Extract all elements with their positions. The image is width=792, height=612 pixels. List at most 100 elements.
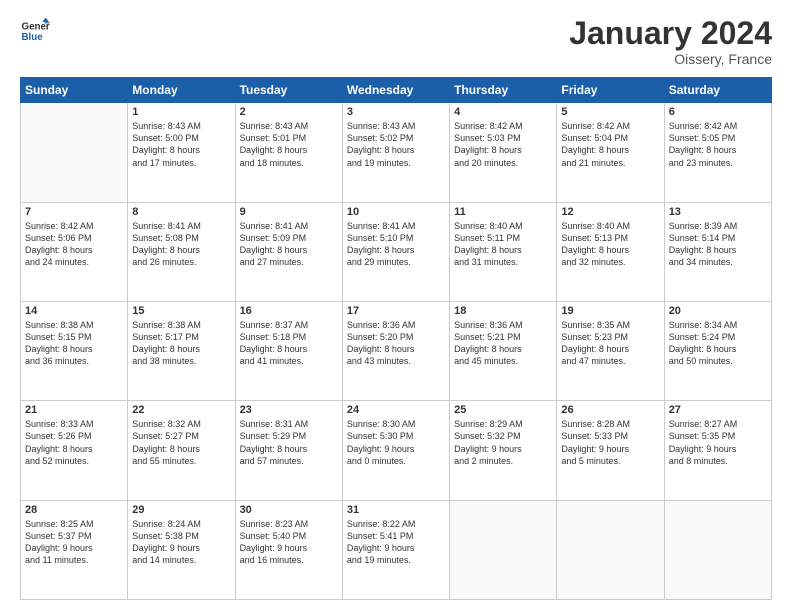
day-number: 23: [240, 404, 338, 416]
table-cell: 20Sunrise: 8:34 AMSunset: 5:24 PMDayligh…: [664, 301, 771, 400]
day-number: 22: [132, 404, 230, 416]
day-info: Sunrise: 8:41 AMSunset: 5:09 PMDaylight:…: [240, 220, 338, 269]
table-cell: 7 Sunrise: 8:42 AMSunset: 5:06 PMDaylight…: [21, 202, 128, 301]
table-cell: 13 Sunrise: 8:39 AMSunset: 5:14 PMDayligh…: [664, 202, 771, 301]
day-number: 24: [347, 404, 445, 416]
table-cell: 2 Sunrise: 8:43 AMSunset: 5:01 PMDaylight…: [235, 103, 342, 202]
header-wednesday: Wednesday: [342, 78, 449, 103]
main-title: January 2024: [569, 16, 772, 51]
day-info: Sunrise: 8:24 AMSunset: 5:38 PMDaylight:…: [132, 518, 230, 567]
day-info: Sunrise: 8:30 AMSunset: 5:30 PMDaylight:…: [347, 418, 445, 467]
day-number: 29: [132, 504, 230, 516]
title-block: January 2024 Oissery, France: [569, 16, 772, 67]
table-row: 28 Sunrise: 8:25 AMSunset: 5:37 PMDayligh…: [21, 500, 772, 599]
table-cell: 31 Sunrise: 8:22 AMSunset: 5:41 PMDayligh…: [342, 500, 449, 599]
logo-icon: General Blue: [20, 16, 50, 46]
day-info: Sunrise: 8:38 AMSunset: 5:17 PMDaylight:…: [132, 319, 230, 368]
table-cell: [450, 500, 557, 599]
day-number: 30: [240, 504, 338, 516]
table-cell: 3 Sunrise: 8:43 AMSunset: 5:02 PMDaylight…: [342, 103, 449, 202]
day-info: Sunrise: 8:40 AMSunset: 5:11 PMDaylight:…: [454, 220, 552, 269]
table-row: 21Sunrise: 8:33 AMSunset: 5:26 PMDayligh…: [21, 401, 772, 500]
day-number: 18: [454, 305, 552, 317]
table-cell: 10 Sunrise: 8:41 AMSunset: 5:10 PMDayligh…: [342, 202, 449, 301]
header-friday: Friday: [557, 78, 664, 103]
day-number: 1: [132, 106, 230, 118]
table-cell: 19 Sunrise: 8:35 AMSunset: 5:23 PMDayligh…: [557, 301, 664, 400]
day-number: 4: [454, 106, 552, 118]
day-number: 7: [25, 206, 123, 218]
day-number: 15: [132, 305, 230, 317]
day-info: Sunrise: 8:36 AMSunset: 5:21 PMDaylight:…: [454, 319, 552, 368]
table-cell: 15 Sunrise: 8:38 AMSunset: 5:17 PMDayligh…: [128, 301, 235, 400]
day-info: Sunrise: 8:36 AMSunset: 5:20 PMDaylight:…: [347, 319, 445, 368]
table-cell: 16Sunrise: 8:37 AMSunset: 5:18 PMDayligh…: [235, 301, 342, 400]
day-number: 2: [240, 106, 338, 118]
day-info: Sunrise: 8:43 AMSunset: 5:00 PMDaylight:…: [132, 120, 230, 169]
day-number: 25: [454, 404, 552, 416]
table-cell: [21, 103, 128, 202]
header: General Blue January 2024 Oissery, Franc…: [20, 16, 772, 67]
day-number: 31: [347, 504, 445, 516]
day-number: 21: [25, 404, 123, 416]
day-info: Sunrise: 8:31 AMSunset: 5:29 PMDaylight:…: [240, 418, 338, 467]
day-info: Sunrise: 8:34 AMSunset: 5:24 PMDaylight:…: [669, 319, 767, 368]
day-number: 5: [561, 106, 659, 118]
page: General Blue January 2024 Oissery, Franc…: [0, 0, 792, 612]
day-info: Sunrise: 8:43 AMSunset: 5:02 PMDaylight:…: [347, 120, 445, 169]
day-info: Sunrise: 8:27 AMSunset: 5:35 PMDaylight:…: [669, 418, 767, 467]
table-cell: 21Sunrise: 8:33 AMSunset: 5:26 PMDayligh…: [21, 401, 128, 500]
day-info: Sunrise: 8:28 AMSunset: 5:33 PMDaylight:…: [561, 418, 659, 467]
table-cell: 9Sunrise: 8:41 AMSunset: 5:09 PMDaylight…: [235, 202, 342, 301]
table-cell: 8 Sunrise: 8:41 AMSunset: 5:08 PMDaylight…: [128, 202, 235, 301]
day-info: Sunrise: 8:32 AMSunset: 5:27 PMDaylight:…: [132, 418, 230, 467]
day-number: 14: [25, 305, 123, 317]
table-cell: [664, 500, 771, 599]
day-number: 10: [347, 206, 445, 218]
day-number: 19: [561, 305, 659, 317]
table-row: 14 Sunrise: 8:38 AMSunset: 5:15 PMDayligh…: [21, 301, 772, 400]
day-number: 3: [347, 106, 445, 118]
svg-text:Blue: Blue: [22, 32, 44, 43]
day-info: Sunrise: 8:38 AMSunset: 5:15 PMDaylight:…: [25, 319, 123, 368]
table-cell: 12Sunrise: 8:40 AMSunset: 5:13 PMDayligh…: [557, 202, 664, 301]
table-cell: 11Sunrise: 8:40 AMSunset: 5:11 PMDayligh…: [450, 202, 557, 301]
day-number: 13: [669, 206, 767, 218]
table-cell: 14 Sunrise: 8:38 AMSunset: 5:15 PMDayligh…: [21, 301, 128, 400]
table-cell: 4Sunrise: 8:42 AMSunset: 5:03 PMDaylight…: [450, 103, 557, 202]
table-cell: 28 Sunrise: 8:25 AMSunset: 5:37 PMDayligh…: [21, 500, 128, 599]
header-monday: Monday: [128, 78, 235, 103]
day-number: 8: [132, 206, 230, 218]
day-number: 28: [25, 504, 123, 516]
day-info: Sunrise: 8:35 AMSunset: 5:23 PMDaylight:…: [561, 319, 659, 368]
table-cell: 23 Sunrise: 8:31 AMSunset: 5:29 PMDayligh…: [235, 401, 342, 500]
table-cell: 29 Sunrise: 8:24 AMSunset: 5:38 PMDayligh…: [128, 500, 235, 599]
day-number: 27: [669, 404, 767, 416]
table-cell: 1 Sunrise: 8:43 AMSunset: 5:00 PMDaylight…: [128, 103, 235, 202]
day-info: Sunrise: 8:42 AMSunset: 5:04 PMDaylight:…: [561, 120, 659, 169]
header-tuesday: Tuesday: [235, 78, 342, 103]
day-info: Sunrise: 8:29 AMSunset: 5:32 PMDaylight:…: [454, 418, 552, 467]
table-row: 7 Sunrise: 8:42 AMSunset: 5:06 PMDaylight…: [21, 202, 772, 301]
day-info: Sunrise: 8:43 AMSunset: 5:01 PMDaylight:…: [240, 120, 338, 169]
day-info: Sunrise: 8:42 AMSunset: 5:06 PMDaylight:…: [25, 220, 123, 269]
header-sunday: Sunday: [21, 78, 128, 103]
day-number: 16: [240, 305, 338, 317]
header-saturday: Saturday: [664, 78, 771, 103]
table-cell: 18 Sunrise: 8:36 AMSunset: 5:21 PMDayligh…: [450, 301, 557, 400]
table-cell: 6 Sunrise: 8:42 AMSunset: 5:05 PMDaylight…: [664, 103, 771, 202]
table-row: 1 Sunrise: 8:43 AMSunset: 5:00 PMDaylight…: [21, 103, 772, 202]
day-info: Sunrise: 8:42 AMSunset: 5:05 PMDaylight:…: [669, 120, 767, 169]
subtitle: Oissery, France: [569, 51, 772, 67]
calendar-table: Sunday Monday Tuesday Wednesday Thursday…: [20, 77, 772, 600]
day-info: Sunrise: 8:22 AMSunset: 5:41 PMDaylight:…: [347, 518, 445, 567]
day-info: Sunrise: 8:39 AMSunset: 5:14 PMDaylight:…: [669, 220, 767, 269]
logo: General Blue: [20, 16, 50, 46]
day-info: Sunrise: 8:25 AMSunset: 5:37 PMDaylight:…: [25, 518, 123, 567]
day-number: 6: [669, 106, 767, 118]
table-cell: 17 Sunrise: 8:36 AMSunset: 5:20 PMDayligh…: [342, 301, 449, 400]
day-info: Sunrise: 8:41 AMSunset: 5:10 PMDaylight:…: [347, 220, 445, 269]
day-info: Sunrise: 8:40 AMSunset: 5:13 PMDaylight:…: [561, 220, 659, 269]
day-number: 17: [347, 305, 445, 317]
day-info: Sunrise: 8:41 AMSunset: 5:08 PMDaylight:…: [132, 220, 230, 269]
